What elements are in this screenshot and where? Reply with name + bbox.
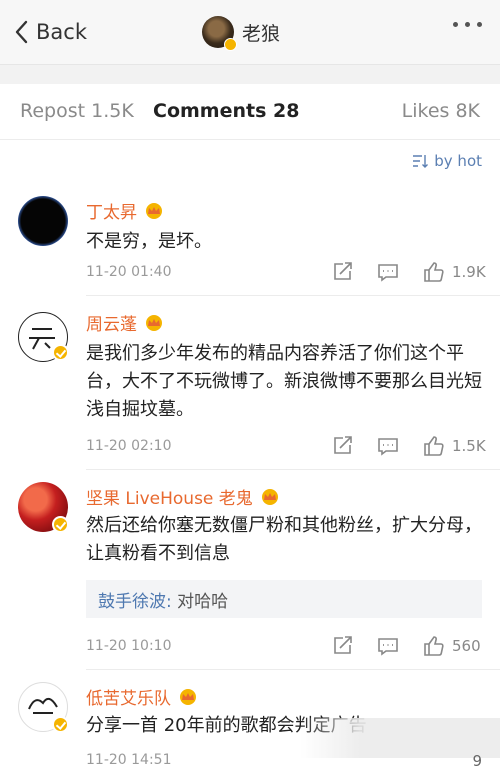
avatar[interactable] <box>18 196 68 246</box>
watermark-overlay <box>300 718 500 758</box>
thumbs-up-icon <box>424 436 444 456</box>
like-count: 9 <box>472 752 482 770</box>
comment-time: 11-20 10:10 <box>86 638 172 654</box>
comment-username[interactable]: 低苦艾乐队 <box>86 684 199 709</box>
comment-text: 不是穷，是坏。 <box>86 231 212 252</box>
share-icon[interactable] <box>330 634 354 658</box>
section-divider <box>0 64 500 84</box>
more-dot-icon <box>453 22 458 27</box>
sort-label: by hot <box>434 152 482 170</box>
tab-bar: Repost 1.5K Comments 28 Likes 8K <box>0 84 500 140</box>
back-label: Back <box>36 20 87 44</box>
reply-author[interactable]: 鼓手徐波: <box>98 592 172 612</box>
divider <box>86 669 500 670</box>
comment-actions: 1.5K <box>330 434 486 458</box>
comment-username[interactable]: 丁太昇 <box>86 198 165 223</box>
comment-time: 11-20 14:51 <box>86 752 172 768</box>
thumbs-up-icon <box>424 262 444 282</box>
username-text: 周云蓬 <box>86 315 137 335</box>
comment-time: 11-20 02:10 <box>86 438 172 454</box>
tab-likes[interactable]: Likes 8K <box>402 100 480 122</box>
crown-badge-icon <box>180 688 196 705</box>
more-dot-icon <box>465 22 470 27</box>
chevron-left-icon <box>15 20 28 44</box>
comment-username[interactable]: 周云蓬 <box>86 310 165 335</box>
more-dot-icon <box>477 22 482 27</box>
comment-time: 11-20 01:40 <box>86 264 172 280</box>
like-count: 560 <box>452 637 481 655</box>
username-text: 坚果 LiveHouse 老鬼 <box>86 489 253 509</box>
share-icon[interactable] <box>330 434 354 458</box>
divider <box>86 469 500 470</box>
comment-username[interactable]: 坚果 LiveHouse 老鬼 <box>86 484 281 509</box>
like-count: 1.9K <box>452 263 486 281</box>
sort-button[interactable]: by hot <box>412 152 482 170</box>
like-button[interactable]: 1.5K <box>422 434 486 458</box>
verified-badge-icon <box>52 716 69 733</box>
comment-actions: 560 <box>330 634 481 658</box>
comment-actions: 1.9K <box>330 260 486 284</box>
like-button[interactable]: 560 <box>422 634 481 658</box>
back-button[interactable]: Back <box>14 14 87 50</box>
avatar <box>202 16 237 51</box>
tab-comments[interactable]: Comments 28 <box>153 100 299 122</box>
comment-text: 然后还给你塞无数僵尸粉和其他粉丝，扩大分母，让真粉看不到信息 <box>86 515 482 564</box>
reply-preview[interactable]: 鼓手徐波: 对哈哈 <box>86 580 482 618</box>
verified-badge-icon <box>52 516 69 533</box>
nav-bar: Back 老狼 <box>0 0 500 64</box>
username-text: 丁太昇 <box>86 203 137 223</box>
reply-icon[interactable] <box>376 634 400 658</box>
reply-icon[interactable] <box>376 434 400 458</box>
more-button[interactable] <box>453 22 482 27</box>
crown-badge-icon <box>146 202 162 219</box>
reply-text: 对哈哈 <box>171 592 229 612</box>
profile-title[interactable]: 老狼 <box>202 14 281 51</box>
username-text: 低苦艾乐队 <box>86 689 171 709</box>
reply-icon[interactable] <box>376 260 400 284</box>
like-count: 1.5K <box>452 437 486 455</box>
tab-repost[interactable]: Repost 1.5K <box>20 100 134 122</box>
sort-icon <box>413 155 429 168</box>
like-button[interactable]: 1.9K <box>422 260 486 284</box>
crown-badge-icon <box>146 314 162 331</box>
verified-badge-icon <box>52 344 69 361</box>
comment-text: 是我们多少年发布的精品内容养活了你们这个平台，大不了不玩微博了。新浪微博不要那么… <box>86 343 482 420</box>
divider <box>86 295 500 296</box>
verified-badge-icon <box>224 38 237 51</box>
share-icon[interactable] <box>330 260 354 284</box>
crown-badge-icon <box>261 488 278 505</box>
thumbs-up-icon <box>424 636 444 656</box>
page-title: 老狼 <box>242 22 281 45</box>
